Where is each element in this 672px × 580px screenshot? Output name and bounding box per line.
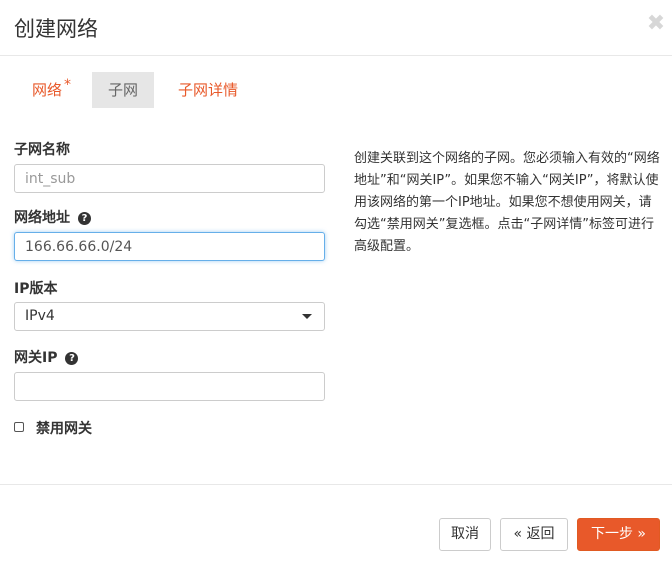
next-button[interactable]: 下一步 » [577,518,660,551]
modal-header: 创建网络 ✖ [0,0,672,56]
gateway-ip-label-text: 网关IP [14,350,58,366]
disable-gateway-checkbox[interactable] [14,422,24,432]
tab-subnet[interactable]: 子网 [92,72,154,108]
cancel-button[interactable]: 取消 [439,518,491,551]
network-address-label: 网络地址? [14,207,91,227]
question-circle-icon[interactable]: ? [78,212,91,225]
tab-network-label: 网络 [32,81,63,99]
subnet-name-label: 子网名称 [14,142,70,158]
ip-version-selected: IPv4 [25,308,55,324]
modal-footer [0,484,672,580]
subnet-name-input[interactable] [14,164,325,193]
back-button[interactable]: « 返回 [500,518,568,551]
modal-title: 创建网络 [14,17,98,41]
ip-version-select[interactable]: IPv4 [14,302,325,331]
gateway-ip-label: 网关IP? [14,347,79,367]
close-icon[interactable]: ✖ [646,12,666,36]
network-address-label-text: 网络地址 [14,210,70,226]
tab-subnet-detail[interactable]: 子网详情 [164,72,252,108]
help-description: 创建关联到这个网络的子网。您必须输入有效的“网络地址”和“网关IP”。如果您不输… [354,151,660,254]
caret-down-icon [302,314,312,319]
required-mark: * [64,77,72,93]
question-circle-icon[interactable]: ? [65,352,79,365]
disable-gateway-label[interactable]: 禁用网关 [36,418,92,438]
ip-version-label: IP版本 [14,281,58,297]
tab-network[interactable]: 网络 * [18,72,85,108]
gateway-ip-input[interactable] [14,372,325,401]
network-address-input[interactable] [14,232,325,261]
